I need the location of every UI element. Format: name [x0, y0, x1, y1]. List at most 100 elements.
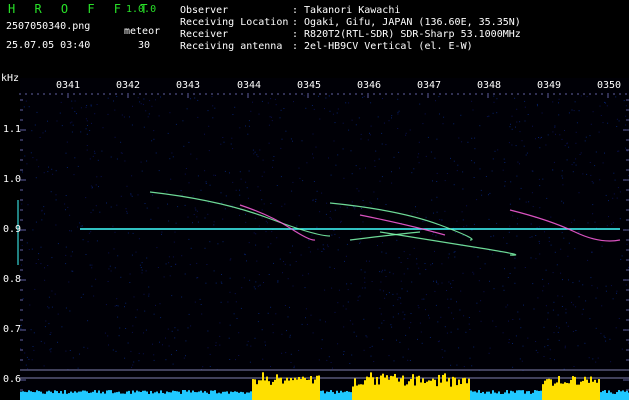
noise-dot: [168, 256, 170, 258]
noise-dot: [292, 140, 293, 142]
noise-dot: [471, 160, 473, 162]
noise-dot: [595, 361, 597, 363]
signal-bar: [454, 377, 456, 400]
signal-bar: [244, 393, 246, 400]
noise-dot: [116, 204, 118, 206]
noise-dot: [407, 268, 409, 270]
noise-dot: [391, 117, 392, 119]
noise-dot: [601, 305, 603, 307]
noise-dot: [116, 158, 118, 160]
noise-dot: [173, 241, 175, 243]
noise-dot: [626, 243, 628, 245]
noise-dot: [229, 359, 231, 360]
noise-dot: [476, 302, 478, 304]
signal-bar: [106, 390, 108, 400]
signal-bar: [20, 391, 22, 400]
noise-dot: [284, 203, 286, 205]
noise-dot: [35, 177, 37, 179]
noise-dot: [552, 131, 554, 133]
noise-dot: [55, 170, 57, 172]
noise-dot: [234, 106, 236, 108]
signal-bar: [48, 390, 50, 400]
signal-bar: [514, 392, 516, 400]
noise-dot: [152, 343, 153, 345]
noise-dot: [250, 110, 252, 112]
signal-bar: [410, 378, 412, 400]
noise-dot: [267, 102, 269, 104]
noise-dot: [495, 326, 497, 328]
noise-dot: [571, 109, 573, 111]
signal-bar: [140, 391, 142, 400]
noise-dot: [610, 361, 612, 363]
signal-bar: [166, 391, 168, 400]
noise-dot: [345, 308, 347, 310]
noise-dot: [369, 347, 371, 348]
signal-bar: [310, 376, 312, 400]
noise-dot: [308, 246, 310, 248]
noise-dot: [305, 107, 307, 109]
noise-dot: [231, 204, 233, 206]
noise-dot: [77, 226, 79, 228]
signal-bar: [110, 390, 112, 400]
signal-bar: [584, 376, 586, 400]
signal-bar: [300, 379, 302, 400]
noise-dot: [561, 295, 563, 297]
noise-dot: [554, 125, 556, 127]
noise-dot: [473, 223, 475, 225]
noise-dot: [519, 358, 521, 360]
noise-dot: [527, 114, 529, 115]
noise-dot: [582, 284, 584, 286]
noise-dot: [568, 112, 570, 114]
noise-dot: [460, 290, 462, 292]
noise-dot: [436, 211, 438, 213]
noise-dot: [558, 327, 560, 329]
signal-bar: [400, 378, 402, 400]
signal-bar: [212, 390, 214, 400]
noise-dot: [95, 278, 97, 280]
noise-dot: [399, 341, 401, 343]
noise-dot: [539, 185, 541, 187]
signal-bar: [46, 391, 48, 400]
noise-dot: [441, 263, 443, 265]
noise-dot: [562, 177, 564, 179]
noise-dot: [72, 357, 74, 359]
noise-dot: [564, 347, 566, 349]
signal-bar: [134, 392, 136, 400]
noise-dot: [157, 267, 159, 268]
noise-dot: [489, 192, 491, 194]
noise-dot: [80, 225, 82, 227]
noise-dot: [153, 313, 155, 315]
signal-bar: [66, 393, 68, 400]
noise-dot: [94, 150, 95, 152]
signal-bar: [130, 393, 132, 400]
noise-dot: [397, 111, 399, 113]
noise-dot: [592, 182, 594, 184]
noise-dot: [575, 164, 577, 166]
signal-bar: [188, 390, 190, 400]
noise-dot: [478, 280, 480, 282]
noise-dot: [291, 190, 293, 192]
noise-dot: [337, 302, 339, 304]
noise-dot: [432, 234, 434, 235]
signal-bar: [484, 393, 486, 400]
signal-bar: [204, 391, 206, 400]
noise-dot: [557, 314, 559, 316]
noise-dot: [277, 280, 279, 282]
noise-dot: [129, 273, 131, 275]
noise-dot: [101, 150, 103, 152]
noise-dot: [450, 364, 452, 366]
noise-dot: [130, 194, 132, 196]
noise-dot: [184, 273, 186, 275]
noise-dot: [89, 158, 91, 160]
noise-dot: [496, 98, 498, 100]
noise-dot: [65, 254, 67, 256]
noise-dot: [553, 161, 555, 163]
noise-dot: [33, 349, 35, 351]
noise-dot: [400, 297, 401, 299]
noise-dot: [578, 280, 580, 282]
noise-dot: [185, 355, 186, 357]
noise-dot: [611, 223, 613, 225]
noise-dot: [70, 230, 72, 232]
noise-dot: [561, 200, 563, 202]
noise-dot: [537, 105, 538, 107]
